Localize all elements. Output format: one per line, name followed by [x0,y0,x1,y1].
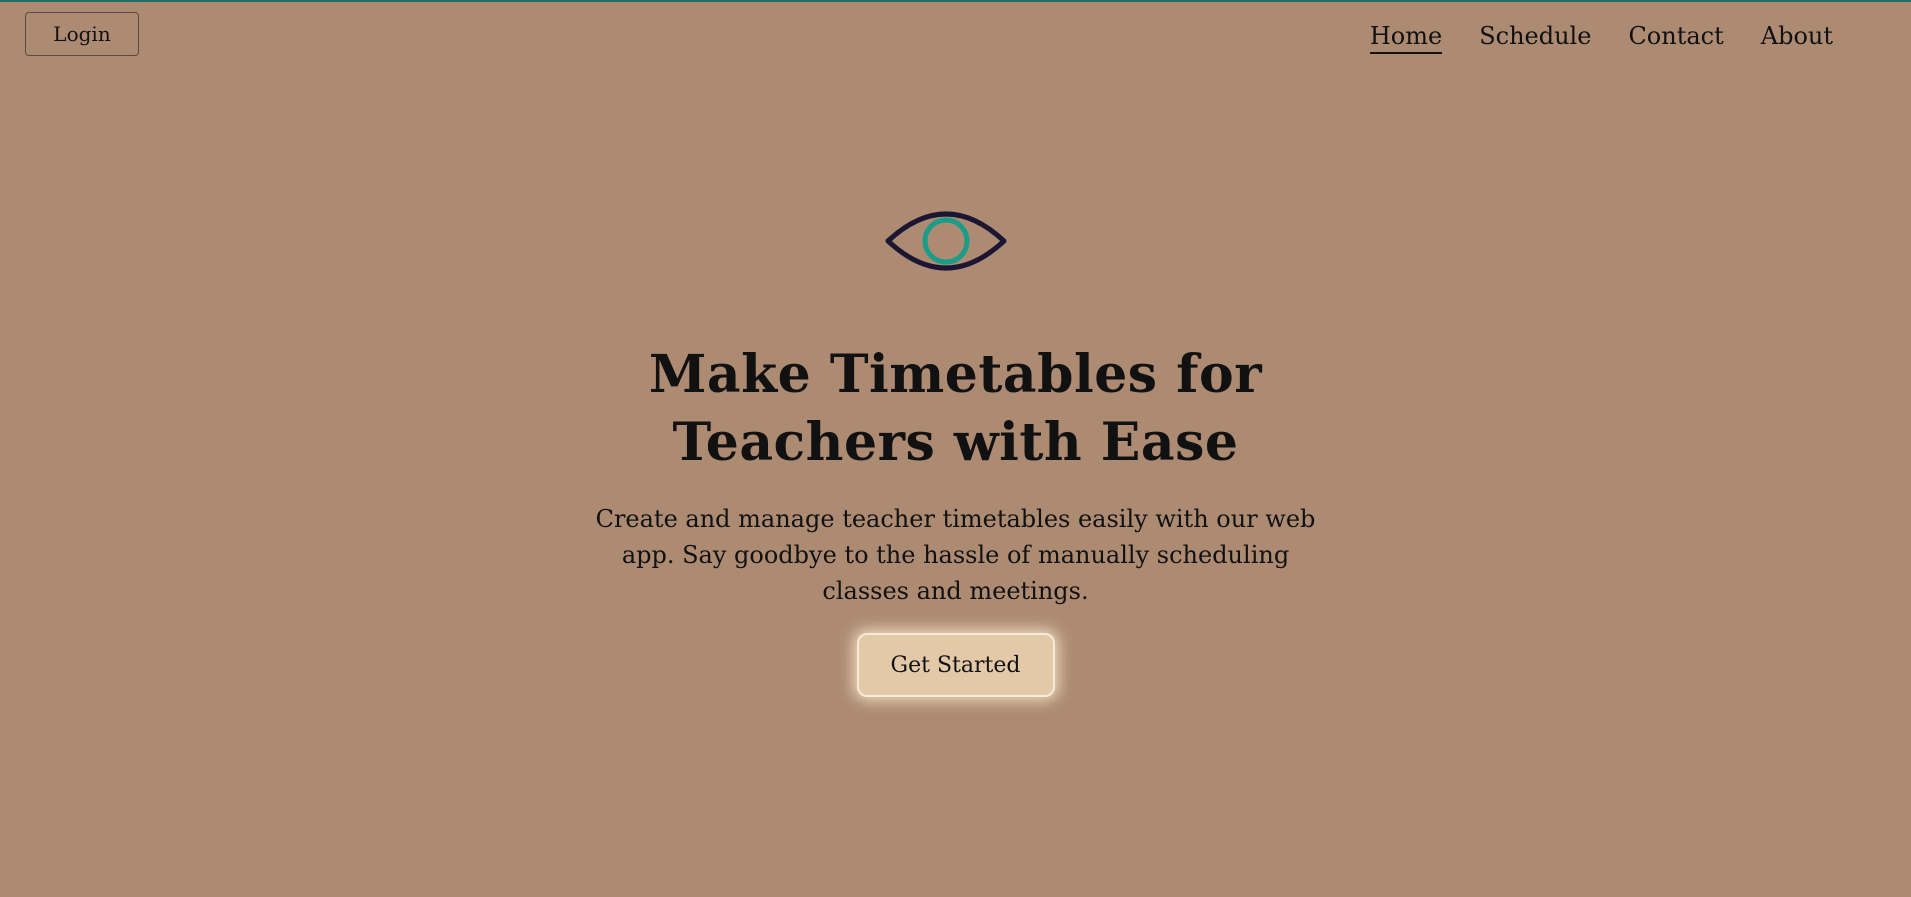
nav-link-schedule[interactable]: Schedule [1479,22,1591,54]
login-button[interactable]: Login [25,12,139,56]
nav-link-home[interactable]: Home [1369,22,1443,54]
hero-subtext: Create and manage teacher timetables eas… [595,505,1316,605]
nav-link-about[interactable]: About [1761,22,1833,54]
hero-headline: Make Timetables for Teachers with Ease [648,344,1263,473]
nav-link-contact[interactable]: Contact [1628,22,1723,54]
eye-icon [885,211,1006,271]
get-started-button[interactable]: Get Started [856,633,1055,697]
hero-section: Make Timetables for Teachers with Ease C… [0,207,1911,697]
main-nav: Home Schedule Contact About [1369,22,1833,54]
